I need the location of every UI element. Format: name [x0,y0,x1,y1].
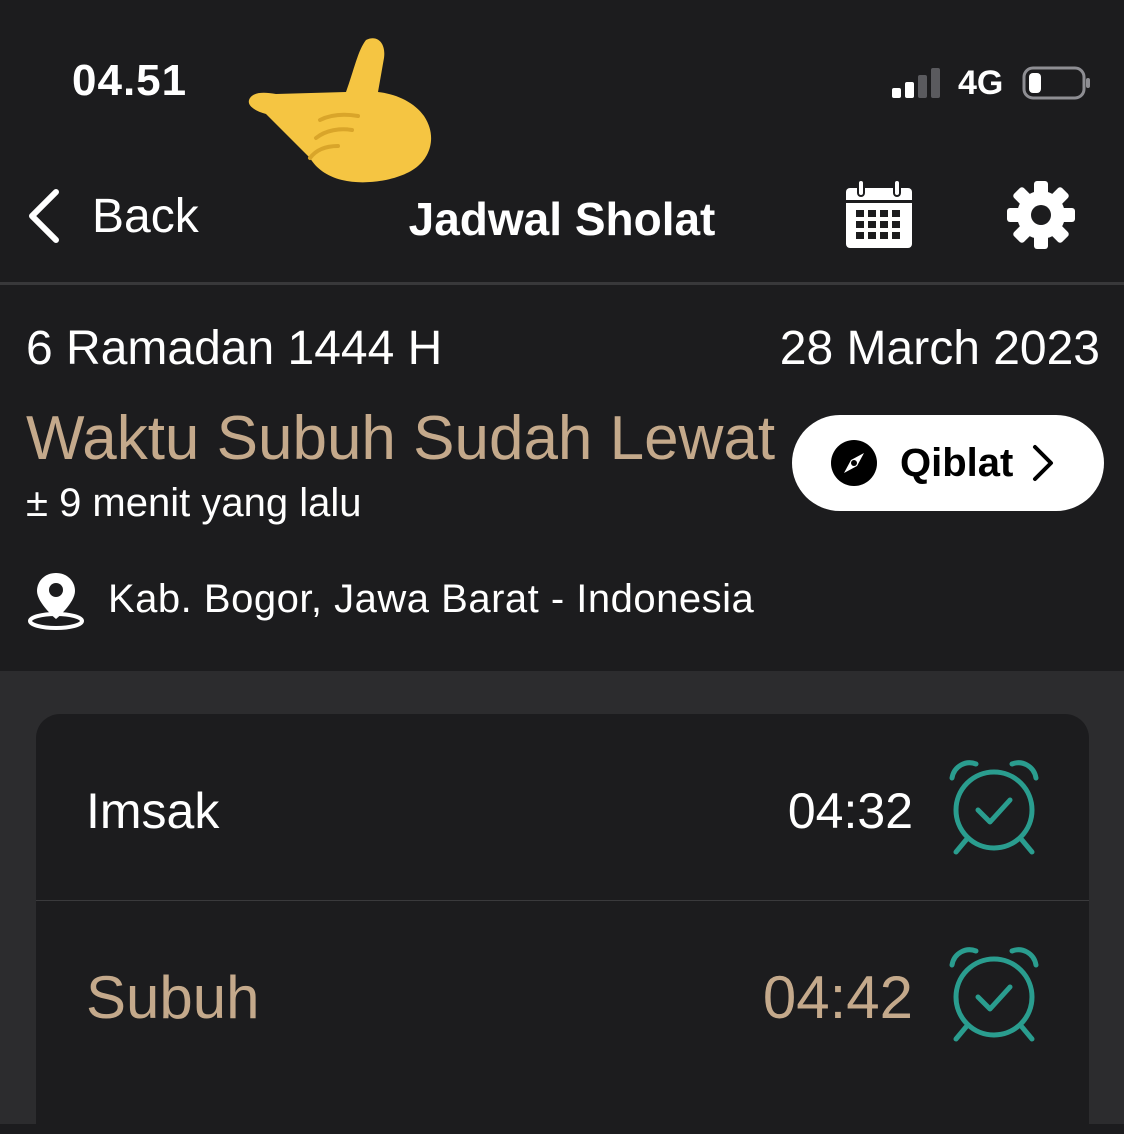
calendar-icon[interactable] [844,178,914,250]
prayer-status-headline: Waktu Subuh Sudah Lewat [26,404,776,473]
prayer-name: Imsak [86,783,220,839]
location-pin-icon [28,573,84,630]
qiblat-button[interactable]: Qiblat [792,415,1104,511]
qiblat-label: Qiblat [900,440,1014,485]
alarm-check-icon[interactable] [944,943,1044,1043]
prayer-times-card: Imsak 04:32 Subuh 04:42 [36,714,1089,1134]
page-title: Jadwal Sholat [408,193,716,245]
gear-icon[interactable] [1006,180,1076,250]
battery-icon [1022,66,1090,100]
chevron-right-icon [1033,445,1054,481]
location-text: Kab. Bogor, Jawa Barat - Indonesia [108,577,755,621]
prayer-name: Subuh [86,964,260,1031]
prayer-status-subline: ± 9 menit yang lalu [26,481,362,525]
prayer-time: 04:32 [787,783,913,839]
cellular-signal-icon [892,68,940,98]
hijri-date: 6 Ramadan 1444 H [26,322,443,375]
network-type: 4G [958,64,1004,102]
navigation-bar: Back Jadwal Sholat [0,160,1124,285]
status-bar: 04.51 4G [0,0,1124,183]
prayer-info-panel: 6 Ramadan 1444 H 28 March 2023 Waktu Sub… [0,285,1124,671]
gregorian-date: 28 March 2023 [779,322,1100,375]
prayer-row-subuh[interactable]: Subuh 04:42 [36,900,1089,1087]
prayer-time: 04:42 [762,964,913,1031]
alarm-check-icon[interactable] [944,756,1044,856]
prayer-row-imsak[interactable]: Imsak 04:32 [36,714,1089,900]
status-time: 04.51 [72,56,188,105]
compass-icon [831,440,877,486]
